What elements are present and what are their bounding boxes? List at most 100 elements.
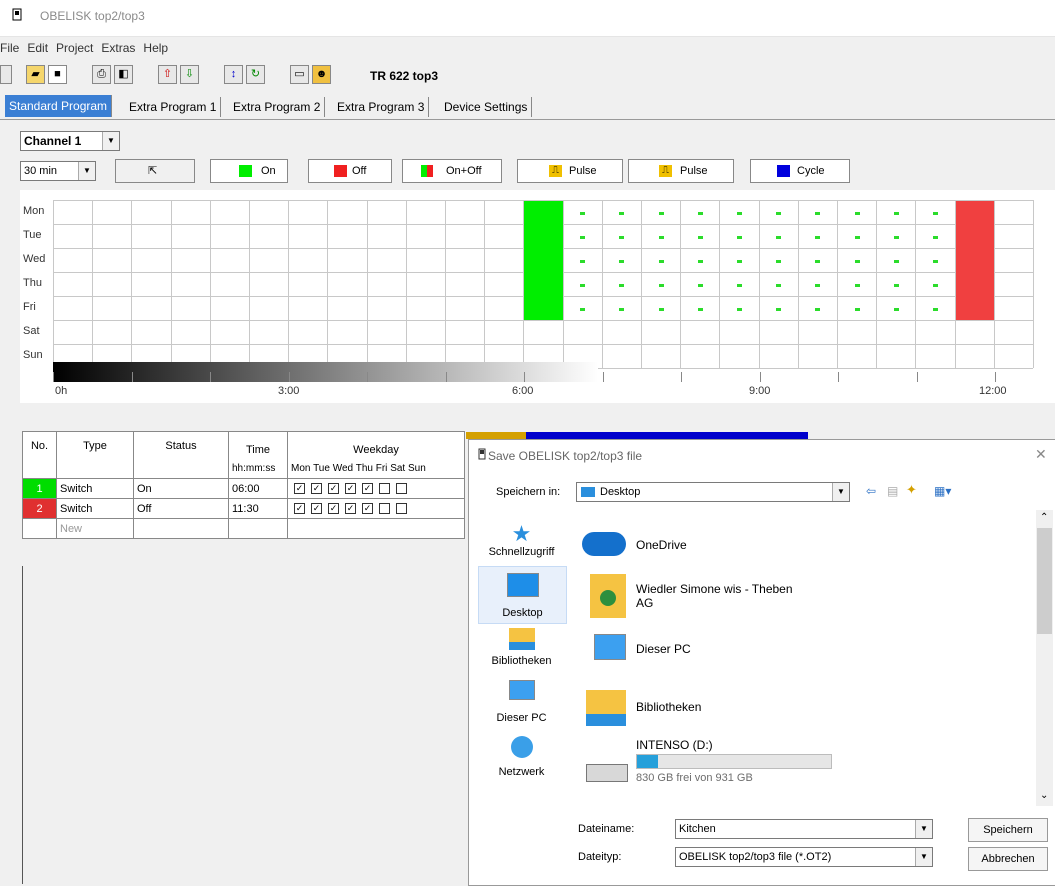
refresh-icon[interactable]: ↻: [246, 65, 265, 84]
on-state-dash: [658, 308, 664, 311]
off-button[interactable]: Off: [308, 159, 392, 183]
filename-input[interactable]: Kitchen ▼: [675, 819, 933, 839]
filetype-select[interactable]: OBELISK top2/top3 file (*.OT2) ▼: [675, 847, 933, 867]
on-state-dash: [737, 308, 742, 311]
pulse-button-2[interactable]: ⎍ Pulse: [628, 159, 734, 183]
row-weekdays: [287, 518, 465, 539]
list-item[interactable]: OneDrive: [574, 522, 1036, 566]
table-row-new[interactable]: New: [22, 518, 465, 539]
window-icon[interactable]: ▭: [290, 65, 309, 84]
menu-extras[interactable]: Extras: [97, 38, 139, 58]
weekday-header: Mon Tue Wed Thu Fri Sat Sun: [287, 459, 465, 479]
tab-extra-program-1[interactable]: Extra Program 1: [125, 97, 222, 117]
grid-hline: [53, 344, 1033, 345]
place-quick-access[interactable]: ★ Schnellzugriff: [475, 522, 568, 559]
row-type: New: [56, 518, 134, 539]
grid-vline: [327, 200, 329, 368]
grid-vline: [484, 200, 486, 368]
drive-usage-bar: [636, 754, 832, 769]
on-button[interactable]: On: [210, 159, 288, 183]
tab-extra-program-3[interactable]: Extra Program 3: [333, 97, 430, 117]
tab-standard-program[interactable]: Standard Program: [5, 95, 113, 117]
grid-vline: [366, 200, 368, 368]
list-item[interactable]: Dieser PC: [574, 630, 1036, 682]
scroll-down-icon[interactable]: ⌄: [1040, 790, 1048, 801]
upload-icon[interactable]: ⇧: [158, 65, 177, 84]
on-state-dash: [619, 308, 625, 311]
open-folder-icon[interactable]: ▰: [26, 65, 45, 84]
on-state-dash: [619, 260, 625, 263]
up-folder-icon[interactable]: ▤: [887, 484, 898, 498]
sort-icon[interactable]: ↕: [224, 65, 243, 84]
cancel-button[interactable]: Abbrechen: [968, 847, 1048, 871]
row-status: Off: [133, 498, 229, 519]
interval-value: 30 min: [24, 165, 58, 177]
interval-select[interactable]: 30 min ▼: [20, 161, 96, 181]
wd-sat: Sat: [390, 463, 406, 474]
save-in-select[interactable]: Desktop ▼: [576, 482, 850, 502]
menu-project[interactable]: Project: [52, 38, 97, 58]
time-tick: [367, 372, 368, 382]
menu-help[interactable]: Help: [139, 38, 172, 58]
table-row[interactable]: 1 Switch On 06:00 ✓ ✓ ✓ ✓ ✓: [22, 478, 465, 499]
list-item[interactable]: Wiedler Simone wis - Theben AG: [574, 570, 1036, 626]
grid-hline: [53, 320, 1033, 321]
new-folder-icon[interactable]: ✦: [906, 482, 917, 498]
grid-vline: [249, 200, 250, 368]
view-menu-icon[interactable]: ▦▾: [934, 484, 951, 498]
menu-file[interactable]: File: [0, 38, 23, 58]
off-block[interactable]: [955, 201, 994, 320]
list-item[interactable]: INTENSO (D:) 830 GB frei von 931 GB: [574, 736, 1036, 796]
download-icon[interactable]: ⇩: [180, 65, 199, 84]
scroll-thumb[interactable]: [1037, 528, 1052, 634]
wd-sun: Sun: [407, 463, 426, 474]
program-table: No. Type Status Time Weekday hh:mm:ss Mo…: [22, 431, 465, 539]
wd-thu: Thu: [355, 463, 373, 474]
onoff-label: On+Off: [446, 165, 482, 177]
cycle-button[interactable]: Cycle: [750, 159, 850, 183]
off-label: Off: [352, 165, 367, 177]
onoff-button[interactable]: On+Off: [402, 159, 502, 183]
pointer-tool-button[interactable]: ⇱: [115, 159, 195, 183]
chevron-down-icon: ▼: [102, 132, 119, 150]
print-icon[interactable]: ⎙: [92, 65, 111, 84]
save-button[interactable]: Speichern: [968, 818, 1048, 842]
chevron-down-icon: ▼: [832, 483, 849, 501]
place-desktop[interactable]: Desktop: [478, 566, 567, 624]
vertical-scrollbar[interactable]: ⌃ ⌄: [1036, 510, 1053, 806]
on-state-dash: [737, 260, 742, 263]
on-state-dash: [580, 260, 586, 263]
on-state-dash: [854, 284, 860, 287]
time-tick: [995, 372, 996, 382]
table-row[interactable]: 2 Switch Off 11:30 ✓ ✓ ✓ ✓ ✓: [22, 498, 465, 519]
place-libraries[interactable]: Bibliotheken: [475, 628, 568, 667]
grid-vline: [837, 200, 838, 368]
filetype-label: Dateityp:: [578, 851, 622, 863]
time-tick: [838, 372, 839, 382]
new-file-icon[interactable]: [0, 65, 12, 84]
menu-edit[interactable]: Edit: [23, 38, 52, 58]
place-network[interactable]: Netzwerk: [475, 736, 568, 778]
row-type: Switch: [56, 478, 134, 499]
on-state-dash: [580, 284, 586, 287]
place-this-pc[interactable]: Dieser PC: [475, 680, 568, 724]
tab-extra-program-2[interactable]: Extra Program 2: [229, 97, 326, 117]
col-time: Time: [228, 431, 288, 459]
filename-value: Kitchen: [679, 823, 716, 835]
desktop-icon: [581, 487, 595, 497]
scroll-up-icon[interactable]: ⌃: [1040, 512, 1048, 523]
tab-device-settings[interactable]: Device Settings: [440, 97, 533, 117]
cloud-icon: [582, 532, 626, 556]
user-icon[interactable]: ☻: [312, 65, 331, 84]
channel-select[interactable]: Channel 1 ▼: [20, 131, 120, 151]
close-icon[interactable]: ✕: [1035, 446, 1047, 463]
on-block[interactable]: [524, 201, 563, 320]
save-disk-icon[interactable]: ■: [48, 65, 67, 84]
on-state-dash: [854, 236, 860, 239]
back-arrow-icon[interactable]: ⇦: [866, 484, 876, 498]
grid-vline: [797, 200, 799, 368]
list-item[interactable]: Bibliotheken: [574, 686, 1036, 734]
place-label: Bibliotheken: [491, 655, 552, 667]
pulse-button-1[interactable]: ⎍ Pulse: [517, 159, 623, 183]
print-preview-icon[interactable]: ◧: [114, 65, 133, 84]
